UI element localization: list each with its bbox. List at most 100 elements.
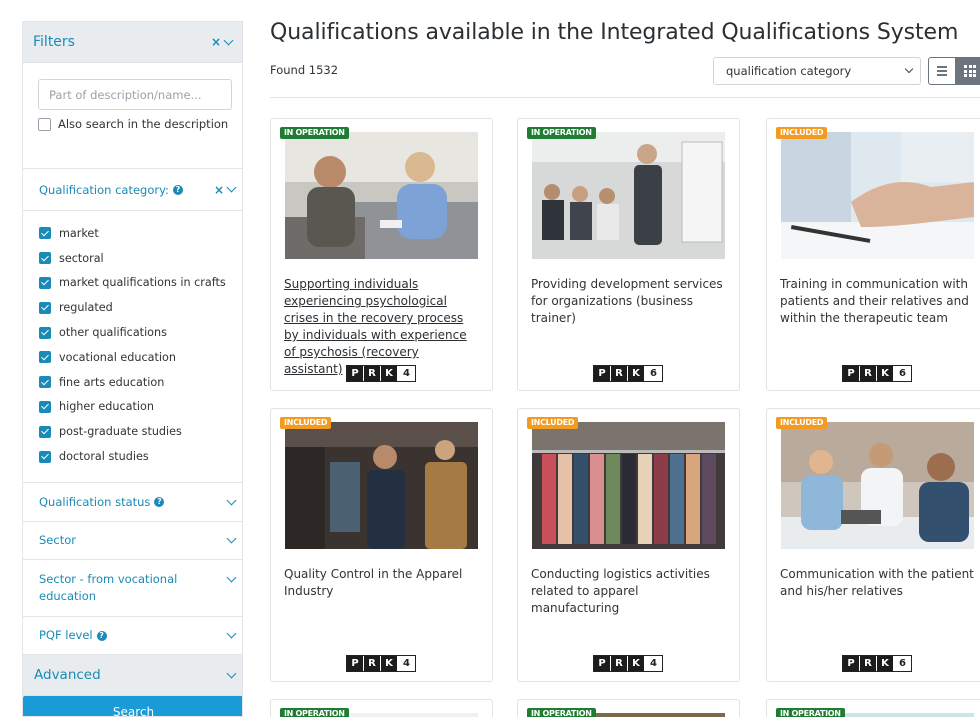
prk-level-badge: P R K 6 — [842, 365, 912, 382]
list-view-toggle[interactable] — [928, 57, 956, 85]
category-option[interactable]: fine arts education — [39, 370, 242, 395]
help-icon[interactable]: ? — [154, 497, 165, 507]
category-option[interactable]: higher education — [39, 395, 242, 420]
checkbox-checked[interactable] — [39, 326, 51, 339]
card-photo — [285, 422, 478, 549]
category-option[interactable]: doctoral studies — [39, 444, 242, 469]
card-title[interactable]: Conducting logistics activities related … — [531, 566, 727, 617]
category-option-label: vocational education — [59, 350, 176, 364]
status-badge: INCLUDED — [776, 127, 828, 139]
advanced-label: Advanced — [34, 667, 101, 683]
prk-letter: P — [347, 656, 364, 671]
page-title: Qualifications available in the Integrat… — [270, 20, 959, 45]
category-option-label: market qualifications in crafts — [59, 276, 226, 290]
category-option-label: higher education — [59, 400, 154, 414]
qualification-card[interactable]: IN OPERATION — [517, 699, 740, 717]
category-option[interactable]: sectoral — [39, 246, 242, 271]
grid-view-toggle[interactable] — [956, 57, 980, 85]
advanced-section[interactable]: Advanced — [23, 655, 242, 696]
status-badge: IN OPERATION — [280, 708, 349, 717]
also-search-description-option[interactable]: Also search in the description — [38, 117, 232, 131]
qualification-category-header[interactable]: Qualification category: ? × — [23, 169, 242, 211]
checkbox-checked[interactable] — [39, 400, 51, 413]
card-title-link[interactable]: Supporting individuals experiencing psyc… — [284, 277, 467, 376]
chevron-down-icon[interactable] — [226, 628, 237, 639]
prk-letter: K — [628, 366, 645, 381]
filters-header[interactable]: Filters × — [23, 22, 242, 63]
qualification-card[interactable]: INCLUDED Quality Control in the Apparel … — [270, 408, 493, 682]
sector-vocational-section[interactable]: Sector - from vocational education — [23, 560, 242, 617]
clear-category-icon[interactable]: × — [214, 183, 224, 197]
chevron-down-icon[interactable] — [226, 495, 237, 505]
card-photo — [781, 132, 974, 259]
qualification-card[interactable]: IN OPERATION Providing development servi… — [517, 118, 740, 391]
checkbox-checked[interactable] — [39, 227, 51, 240]
checkbox-checked[interactable] — [39, 450, 51, 463]
checkbox-checked[interactable] — [39, 276, 51, 289]
checkbox-checked[interactable] — [39, 425, 51, 438]
category-option-label: doctoral studies — [59, 450, 149, 464]
qualification-card[interactable]: INCLUDED Training in communication with … — [766, 118, 980, 391]
category-option-label: regulated — [59, 301, 113, 315]
prk-letter: R — [611, 366, 628, 381]
help-icon[interactable]: ? — [96, 630, 107, 641]
status-badge: INCLUDED — [776, 417, 828, 429]
category-option[interactable]: market — [39, 221, 242, 246]
card-title[interactable]: Quality Control in the Apparel Industry — [284, 566, 480, 600]
card-title[interactable]: Communication with the patient and his/h… — [780, 566, 976, 600]
category-option-label: sectoral — [59, 251, 104, 265]
pqf-level-text: PQF level — [39, 628, 93, 642]
card-title[interactable]: Training in communication with patients … — [780, 276, 976, 327]
qualification-card[interactable]: IN OPERATION — [766, 699, 980, 717]
qualification-category-list: market sectoral market qualifications in… — [23, 211, 242, 483]
search-button[interactable]: Search — [23, 696, 242, 716]
category-option[interactable]: regulated — [39, 295, 242, 320]
chevron-down-icon[interactable] — [226, 572, 237, 583]
qualification-status-section[interactable]: Qualification status ? — [23, 483, 242, 522]
chevron-down-icon[interactable] — [226, 182, 237, 193]
category-option-label: market — [59, 226, 99, 240]
clear-filters-icon[interactable]: × — [211, 35, 221, 49]
qualification-card[interactable]: IN OPERATION — [270, 699, 493, 717]
category-option[interactable]: other qualifications — [39, 320, 242, 345]
prk-letter: P — [843, 656, 860, 671]
chevron-down-icon[interactable] — [223, 35, 234, 45]
checkbox-checked[interactable] — [39, 252, 51, 265]
status-badge: IN OPERATION — [527, 708, 596, 717]
category-controls: × — [214, 182, 237, 197]
prk-letter: K — [877, 366, 894, 381]
status-badge: INCLUDED — [527, 417, 579, 429]
category-option[interactable]: post-graduate studies — [39, 419, 242, 444]
also-search-description-checkbox[interactable] — [38, 117, 51, 131]
prk-letter: K — [628, 656, 645, 671]
prk-letter: R — [860, 366, 877, 381]
card-photo — [285, 132, 478, 259]
qualification-card[interactable]: INCLUDED Conducting logistics activities… — [517, 408, 740, 682]
sector-section[interactable]: Sector — [23, 522, 242, 560]
chevron-down-icon[interactable] — [226, 668, 237, 678]
checkbox-checked[interactable] — [39, 376, 51, 389]
sector-vocational-label: Sector - from vocational education — [39, 572, 178, 603]
category-option[interactable]: vocational education — [39, 345, 242, 370]
card-title[interactable]: Providing development services for organ… — [531, 276, 727, 327]
chevron-down-icon[interactable] — [226, 533, 237, 544]
help-icon[interactable]: ? — [172, 184, 183, 195]
qualification-card[interactable]: IN OPERATION Supporting individuals expe… — [270, 118, 493, 391]
category-option[interactable]: market qualifications in crafts — [39, 271, 242, 296]
sort-select[interactable]: qualification category — [713, 57, 921, 85]
qualification-card[interactable]: INCLUDED Communication with the patient … — [766, 408, 980, 682]
pqf-level-section[interactable]: PQF level ? — [23, 617, 242, 655]
prk-letter: P — [347, 366, 364, 381]
search-input[interactable] — [38, 79, 232, 110]
prk-level-value: 6 — [894, 656, 911, 671]
checkbox-checked[interactable] — [39, 301, 51, 314]
prk-letter: R — [364, 366, 381, 381]
prk-letter: K — [381, 656, 398, 671]
prk-level-value: 4 — [398, 656, 415, 671]
filters-controls: × — [211, 35, 234, 49]
category-option-label: fine arts education — [59, 375, 165, 389]
card-photo — [532, 132, 725, 259]
prk-letter: R — [364, 656, 381, 671]
prk-level-value: 6 — [645, 366, 662, 381]
checkbox-checked[interactable] — [39, 351, 51, 364]
